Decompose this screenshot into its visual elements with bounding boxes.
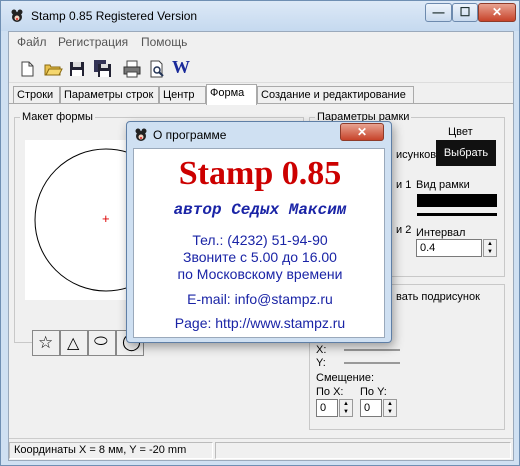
menu-registration[interactable]: Регистрация <box>58 35 128 49</box>
status-bar: Координаты X = 8 мм, Y = -20 mm <box>9 438 513 460</box>
offset-y-spinner[interactable]: ▲ ▼ <box>383 399 397 417</box>
color-label: Цвет <box>448 126 473 138</box>
menu-help[interactable]: Помощь <box>141 35 187 49</box>
tab-string-params[interactable]: Параметры строк <box>60 86 159 104</box>
word-export-icon[interactable]: W <box>172 57 192 77</box>
dialog-close-button[interactable]: ✕ <box>340 123 384 141</box>
center-marker: + <box>102 211 110 226</box>
tab-strings[interactable]: Строки <box>13 86 60 104</box>
spin-down-icon[interactable]: ▼ <box>340 408 352 416</box>
close-button[interactable]: ✕ <box>478 3 516 22</box>
window-title: Stamp 0.85 Registered Version <box>31 9 198 23</box>
save-all-icon[interactable] <box>93 59 113 79</box>
spin-down-icon[interactable]: ▼ <box>484 248 496 256</box>
dialog-app-icon <box>135 128 147 141</box>
triangle-icon: △ <box>67 335 80 352</box>
tab-strip: Строки Параметры строк Центр Форма Созда… <box>9 84 513 105</box>
star-shape-button[interactable]: ☆ <box>32 330 60 356</box>
offset-label: Смещение: <box>316 372 375 384</box>
email-link[interactable]: E-mail: info@stampz.ru <box>134 291 386 307</box>
phone-line: Тел.: (4232) 51-94-90 <box>192 232 328 248</box>
minimize-icon: — <box>432 5 445 19</box>
picture-y-slider[interactable] <box>344 362 400 364</box>
tab-form[interactable]: Форма <box>206 84 257 105</box>
new-icon[interactable] <box>17 59 37 79</box>
minimize-button[interactable]: — <box>425 3 452 22</box>
picture-y-label: Y: <box>316 357 326 369</box>
maximize-button[interactable]: ☐ <box>452 3 478 22</box>
hours-line: Звоните с 5.00 до 16.00 <box>183 249 337 265</box>
frame-type-thick-line[interactable] <box>417 194 497 207</box>
save-icon[interactable] <box>67 59 87 79</box>
offset-x-spinner[interactable]: ▲ ▼ <box>339 399 353 417</box>
dialog-body: Stamp 0.85 автор Седых Максим Тел.: (423… <box>133 148 385 338</box>
close-icon: ✕ <box>491 5 503 19</box>
menu-file[interactable]: Файл <box>17 35 47 49</box>
spin-down-icon[interactable]: ▼ <box>384 408 396 416</box>
print-preview-icon[interactable] <box>147 59 167 79</box>
tab-center[interactable]: Центр <box>159 86 206 104</box>
triangle-shape-button[interactable]: △ <box>60 330 88 356</box>
line1-label-partial: и 1 <box>396 179 412 191</box>
status-coordinates-text: Координаты X = 8 мм, Y = -20 mm <box>14 444 187 456</box>
offset-x-label: По X: <box>316 386 344 398</box>
status-coordinates: Координаты X = 8 мм, Y = -20 mm <box>9 442 213 459</box>
ellipse-shape-button[interactable]: ⬭ <box>88 330 116 356</box>
offset-y-label: По Y: <box>360 386 387 398</box>
open-icon[interactable] <box>43 59 63 79</box>
website-link[interactable]: Page: http://www.stampz.ru <box>134 315 386 331</box>
timezone-line: по Московскому времени <box>177 266 343 282</box>
interval-spinner[interactable]: ▲ ▼ <box>483 239 497 257</box>
spin-up-icon[interactable]: ▲ <box>484 240 496 248</box>
form-layout-label: Макет формы <box>20 111 95 123</box>
picture-x-slider[interactable] <box>344 349 400 351</box>
toolbar: W <box>9 53 513 83</box>
about-dialog: О программе ✕ Stamp 0.85 автор Седых Мак… <box>126 121 392 343</box>
close-icon: ✕ <box>356 125 368 139</box>
menu-bar: Файл Регистрация Помощь <box>9 32 513 52</box>
app-icon <box>11 9 23 22</box>
dialog-title: О программе <box>153 128 227 142</box>
status-empty-section <box>215 442 511 459</box>
offset-x-input[interactable]: 0 <box>316 399 338 417</box>
choose-color-button[interactable]: Выбрать <box>436 140 496 166</box>
app-name-heading: Stamp 0.85 <box>178 155 342 192</box>
picture-x-label: X: <box>316 344 327 356</box>
spin-up-icon[interactable]: ▲ <box>340 400 352 408</box>
offset-y-input[interactable]: 0 <box>360 399 382 417</box>
interval-label: Интервал <box>416 227 466 239</box>
contour-label-partial: исунков <box>396 149 437 161</box>
add-picture-label-partial: вать подрисунок <box>396 291 480 303</box>
star-icon: ☆ <box>38 333 54 352</box>
author-line: автор Седых Максим <box>173 201 347 219</box>
ellipse-icon: ⬭ <box>94 333 108 350</box>
interval-input[interactable]: 0.4 <box>416 239 482 257</box>
maximize-icon: ☐ <box>459 5 471 19</box>
title-bar[interactable]: Stamp 0.85 Registered Version — ☐ ✕ <box>1 1 519 31</box>
frame-type-label: Вид рамки <box>416 179 470 191</box>
frame-type-thin-line[interactable] <box>417 213 497 216</box>
spin-up-icon[interactable]: ▲ <box>384 400 396 408</box>
line2-label-partial: и 2 <box>396 224 412 236</box>
tab-create-edit[interactable]: Создание и редактирование <box>257 86 414 104</box>
print-icon[interactable] <box>122 59 142 79</box>
